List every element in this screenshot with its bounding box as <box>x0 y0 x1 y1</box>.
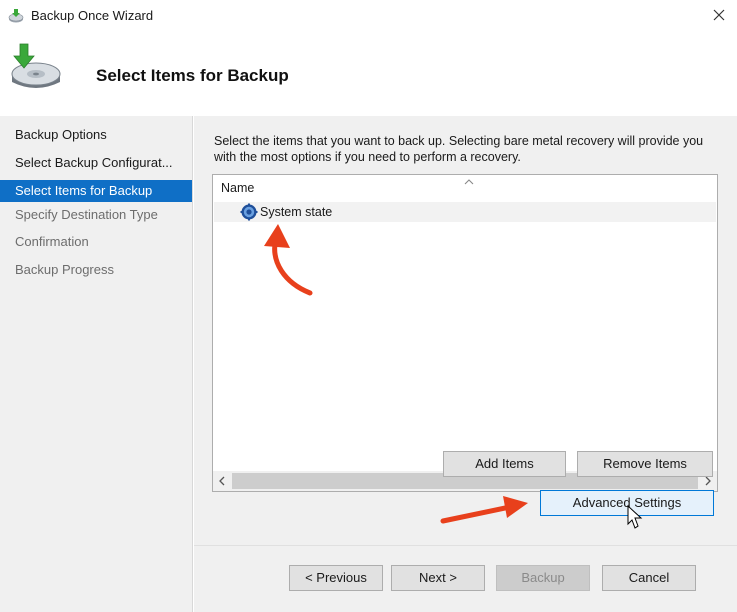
nav-item-select-backup-configuration[interactable]: Select Backup Configurat... <box>0 152 192 174</box>
column-header[interactable]: Name <box>213 175 717 201</box>
cancel-button[interactable]: Cancel <box>602 565 696 591</box>
advanced-settings-button[interactable]: Advanced Settings <box>540 490 714 516</box>
backup-button: Backup <box>496 565 590 591</box>
window-title: Backup Once Wizard <box>31 8 154 23</box>
list-item-label: System state <box>260 205 333 219</box>
add-items-button[interactable]: Add Items <box>443 451 566 477</box>
next-button[interactable]: Next > <box>391 565 485 591</box>
list-item-system-state[interactable]: System state <box>214 202 716 222</box>
wizard-steps-sidebar: Backup Options Select Backup Configurat.… <box>0 116 193 612</box>
instructions-text: Select the items that you want to back u… <box>214 134 704 164</box>
column-header-name[interactable]: Name <box>221 181 254 195</box>
scroll-left-icon[interactable] <box>213 471 231 491</box>
wizard-header: Select Items for Backup <box>0 32 737 116</box>
title-bar: Backup Once Wizard <box>0 0 737 32</box>
backup-items-list[interactable]: Name System state <box>212 174 718 492</box>
nav-item-select-items-for-backup[interactable]: Select Items for Backup <box>0 180 192 202</box>
page-title: Select Items for Backup <box>96 66 289 85</box>
nav-item-specify-destination-type: Specify Destination Type <box>15 207 158 222</box>
remove-items-button[interactable]: Remove Items <box>577 451 713 477</box>
nav-item-backup-progress: Backup Progress <box>15 262 114 277</box>
close-icon <box>713 9 725 24</box>
backup-disk-icon <box>6 40 66 96</box>
footer-divider <box>194 545 737 546</box>
close-button[interactable] <box>706 4 732 28</box>
backup-app-icon <box>8 8 24 24</box>
system-state-gear-icon <box>240 203 258 221</box>
previous-button[interactable]: < Previous <box>289 565 383 591</box>
nav-item-confirmation: Confirmation <box>15 234 89 249</box>
nav-item-backup-options[interactable]: Backup Options <box>0 124 192 146</box>
wizard-content: Select the items that you want to back u… <box>194 116 737 612</box>
sort-ascending-icon <box>463 174 475 185</box>
